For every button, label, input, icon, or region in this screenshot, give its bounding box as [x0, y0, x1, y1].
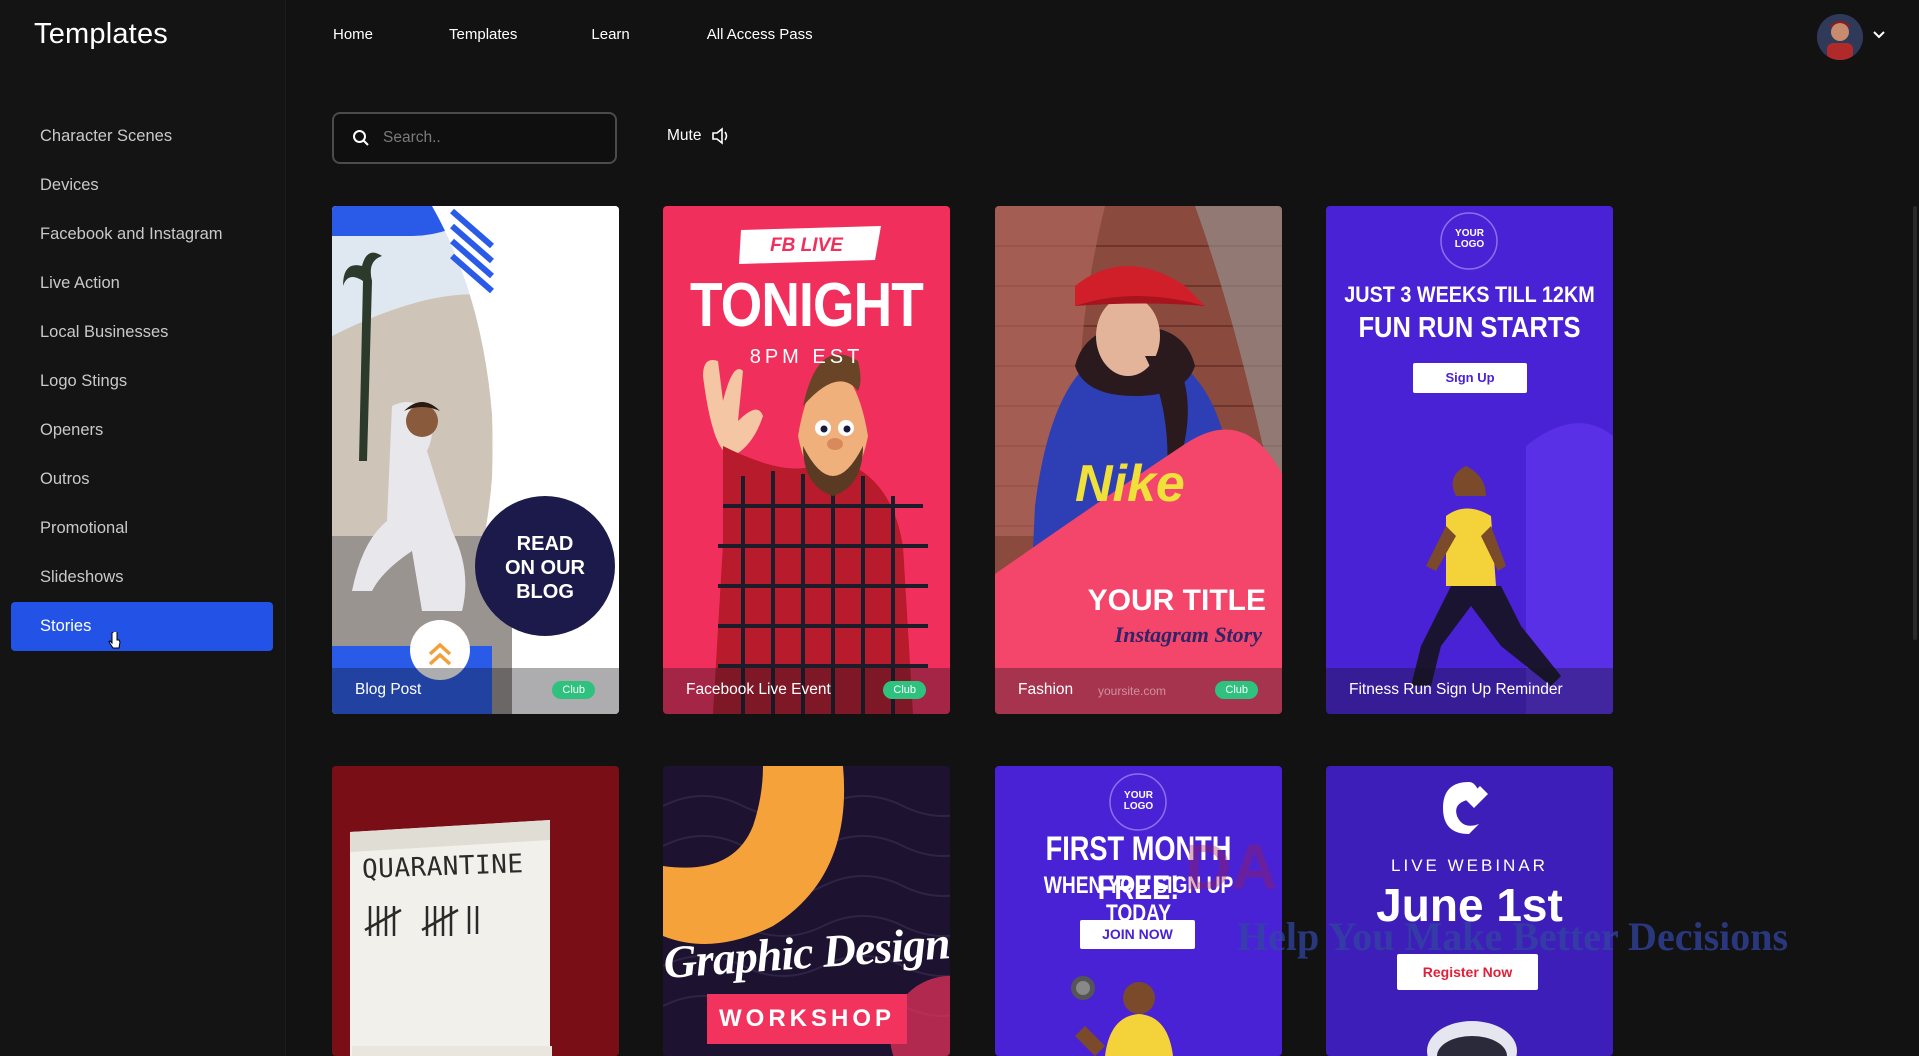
- club-badge: Club: [552, 681, 595, 699]
- card-label: Fitness Run Sign Up Reminder: [1326, 668, 1613, 714]
- sidebar-item-openers[interactable]: Openers: [11, 406, 273, 455]
- template-card-graphic-design[interactable]: Graphic Design WORKSHOP: [663, 766, 950, 1056]
- mute-label: Mute: [667, 127, 702, 144]
- logo-line: YOUR: [1455, 228, 1484, 239]
- club-badge: Club: [883, 681, 926, 699]
- nav-templates[interactable]: Templates: [449, 26, 517, 43]
- sidebar: Templates Character Scenes Devices Faceb…: [0, 0, 286, 1056]
- logo-placeholder: YOUR LOGO: [1326, 228, 1613, 250]
- card-title: Fitness Run Sign Up Reminder: [1349, 681, 1563, 698]
- watermark-logo: DA: [1185, 831, 1278, 903]
- card-label: Blog Post Club: [332, 668, 619, 714]
- subheadline: Instagram Story: [1114, 622, 1262, 647]
- join-now-button: JOIN NOW: [1080, 920, 1195, 949]
- logo-line: LOGO: [1123, 801, 1154, 812]
- template-card-facebook-live-event[interactable]: FB LIVE TONIGHT 8PM EST Facebook Live Ev…: [663, 206, 950, 714]
- nav-learn[interactable]: Learn: [591, 26, 629, 43]
- sidebar-item-logo-stings[interactable]: Logo Stings: [11, 357, 273, 406]
- shirt-print: Nike: [1075, 455, 1185, 513]
- headline: TONIGHT: [690, 271, 924, 340]
- note-text: QUARANTINE: [361, 849, 525, 885]
- sidebar-item-local-businesses[interactable]: Local Businesses: [11, 308, 273, 357]
- chevron-down-icon[interactable]: [1870, 26, 1888, 44]
- quarantine-thumbnail: [332, 766, 619, 1056]
- logo-line: LOGO: [1454, 239, 1485, 250]
- template-card-first-month-free[interactable]: YOUR LOGO FIRST MONTH FREE! WHEN YOU SIG…: [995, 766, 1282, 1056]
- overlay-line: BLOG: [516, 581, 574, 603]
- nav-all-access-pass[interactable]: All Access Pass: [707, 26, 813, 43]
- search-icon: [353, 130, 369, 146]
- template-card-blog-post[interactable]: READ ON OUR BLOG Blog Post Club: [332, 206, 619, 714]
- sidebar-item-facebook-instagram[interactable]: Facebook and Instagram: [11, 210, 273, 259]
- pointer-cursor-icon: [108, 632, 121, 649]
- page-scrollbar[interactable]: [1913, 206, 1917, 640]
- template-card-fitness-run[interactable]: YOUR LOGO JUST 3 WEEKS TILL 12KM FUN RUN…: [1326, 206, 1613, 714]
- template-card-fashion[interactable]: Nike YOUR TITLE Instagram Story Fashion …: [995, 206, 1282, 714]
- mute-toggle[interactable]: Mute: [667, 127, 731, 145]
- headline: YOUR TITLE: [1087, 584, 1266, 617]
- sidebar-item-character-scenes[interactable]: Character Scenes: [11, 112, 273, 161]
- overlay-line: ON OUR: [505, 557, 585, 579]
- speaker-icon: [712, 127, 728, 145]
- fb-live-tag: FB LIVE: [770, 235, 843, 256]
- card-title: Fashion: [1018, 681, 1074, 698]
- blog-post-thumbnail: [332, 206, 619, 714]
- card-label: Fashion yoursite.com Club: [995, 668, 1282, 714]
- logo-placeholder: YOUR LOGO: [995, 790, 1282, 812]
- app-title: Templates: [34, 18, 168, 50]
- logo-line: YOUR: [1124, 790, 1153, 801]
- site-url: yoursite.com: [1098, 684, 1167, 698]
- search-input[interactable]: [383, 126, 603, 150]
- template-card-live-webinar[interactable]: LIVE WEBINAR June 1st Register Now: [1326, 766, 1613, 1056]
- template-card-quarantine[interactable]: QUARANTINE: [332, 766, 619, 1056]
- overlay-line: READ: [516, 533, 574, 555]
- sidebar-item-stories[interactable]: Stories: [11, 602, 273, 651]
- sidebar-item-live-action[interactable]: Live Action: [11, 259, 273, 308]
- sidebar-item-devices[interactable]: Devices: [11, 161, 273, 210]
- sign-up-button: Sign Up: [1413, 363, 1527, 393]
- sidebar-item-outros[interactable]: Outros: [11, 455, 273, 504]
- subheadline: LIVE WEBINAR: [1391, 856, 1548, 875]
- card-label: Facebook Live Event Club: [663, 668, 950, 714]
- sidebar-item-slideshows[interactable]: Slideshows: [11, 553, 273, 602]
- headline: JUST 3 WEEKS TILL 12KM: [1344, 282, 1595, 307]
- top-navigation: Home Templates Learn All Access Pass: [333, 26, 889, 43]
- overlay-text: READ ON OUR BLOG: [475, 532, 615, 604]
- sidebar-item-promotional[interactable]: Promotional: [11, 504, 273, 553]
- search-box[interactable]: [332, 112, 617, 164]
- card-title: Blog Post: [355, 681, 422, 698]
- category-list: Character Scenes Devices Facebook and In…: [11, 112, 273, 651]
- club-badge: Club: [1215, 681, 1258, 699]
- user-avatar[interactable]: [1817, 14, 1863, 60]
- subheadline: WORKSHOP: [719, 1005, 895, 1032]
- nav-home[interactable]: Home: [333, 26, 373, 43]
- watermark-text: Help You Make Better Decisions: [1237, 914, 1789, 959]
- subheadline: 8PM EST: [749, 346, 864, 368]
- card-title: Facebook Live Event: [686, 681, 831, 698]
- avatar-icon: [1817, 14, 1863, 60]
- subheadline: FUN RUN STARTS: [1358, 312, 1581, 344]
